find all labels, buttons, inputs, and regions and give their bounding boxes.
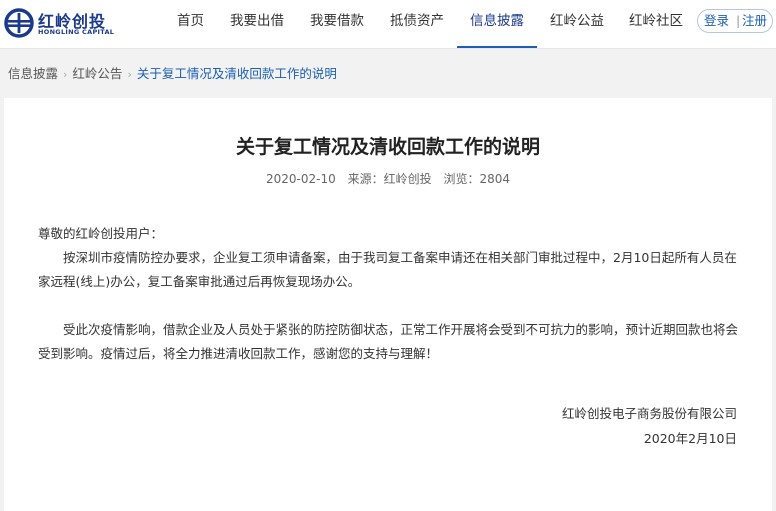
logo-text-en: HONGLING CAPITAL <box>38 28 115 36</box>
login-link[interactable]: 登录 <box>704 10 729 32</box>
nav-borrow[interactable]: 我要借款 <box>310 0 364 46</box>
chevron-right-icon: › <box>63 68 68 81</box>
nav-charity[interactable]: 红岭公益 <box>550 0 604 46</box>
breadcrumb-announcements[interactable]: 红岭公告 <box>72 66 122 81</box>
article-paragraph: 按深圳市疫情防控办要求，企业复工须申请备案，由于我司复工备案申请还在相关部门审批… <box>38 250 737 289</box>
hongling-logo-icon <box>4 8 34 38</box>
register-link[interactable]: 注册 <box>742 10 767 32</box>
auth-box: 登录 | 注册 <box>697 9 773 33</box>
nav-assets[interactable]: 抵债资产 <box>390 0 444 46</box>
article-source: 来源：红岭创投 <box>347 172 432 186</box>
article-meta: 2020-02-10 来源：红岭创投 浏览：2804 <box>4 170 772 187</box>
article-date: 2020-02-10 <box>266 172 336 186</box>
signature-company: 红岭创投电子商务股份有限公司 <box>561 406 737 421</box>
nav-lend[interactable]: 我要出借 <box>230 0 284 46</box>
article-card: 关于复工情况及清收回款工作的说明 2020-02-10 来源：红岭创投 浏览：2… <box>4 98 772 511</box>
article-views: 浏览：2804 <box>443 172 510 186</box>
nav-disclosure[interactable]: 信息披露 <box>457 0 537 48</box>
breadcrumb-disclosure[interactable]: 信息披露 <box>8 66 58 81</box>
article-greeting: 尊敬的红岭创投用户： <box>38 226 164 241</box>
article-title: 关于复工情况及清收回款工作的说明 <box>235 136 540 158</box>
breadcrumb: 信息披露 › 红岭公告 › 关于复工情况及清收回款工作的说明 <box>8 63 337 82</box>
breadcrumb-current[interactable]: 关于复工情况及清收回款工作的说明 <box>137 66 337 81</box>
signature-date: 2020年2月10日 <box>643 431 737 446</box>
nav-community[interactable]: 红岭社区 <box>629 0 683 46</box>
top-header: 红岭创投 HONGLING CAPITAL 首页 我要出借 我要借款 抵债资产 … <box>0 0 776 49</box>
nav-home[interactable]: 首页 <box>177 0 204 46</box>
chevron-right-icon: › <box>127 68 132 81</box>
auth-separator: | <box>736 13 741 28</box>
article-paragraph: 受此次疫情影响，借款企业及人员处于紧张的防控防御状态，正常工作开展将会受到不可抗… <box>38 322 739 361</box>
